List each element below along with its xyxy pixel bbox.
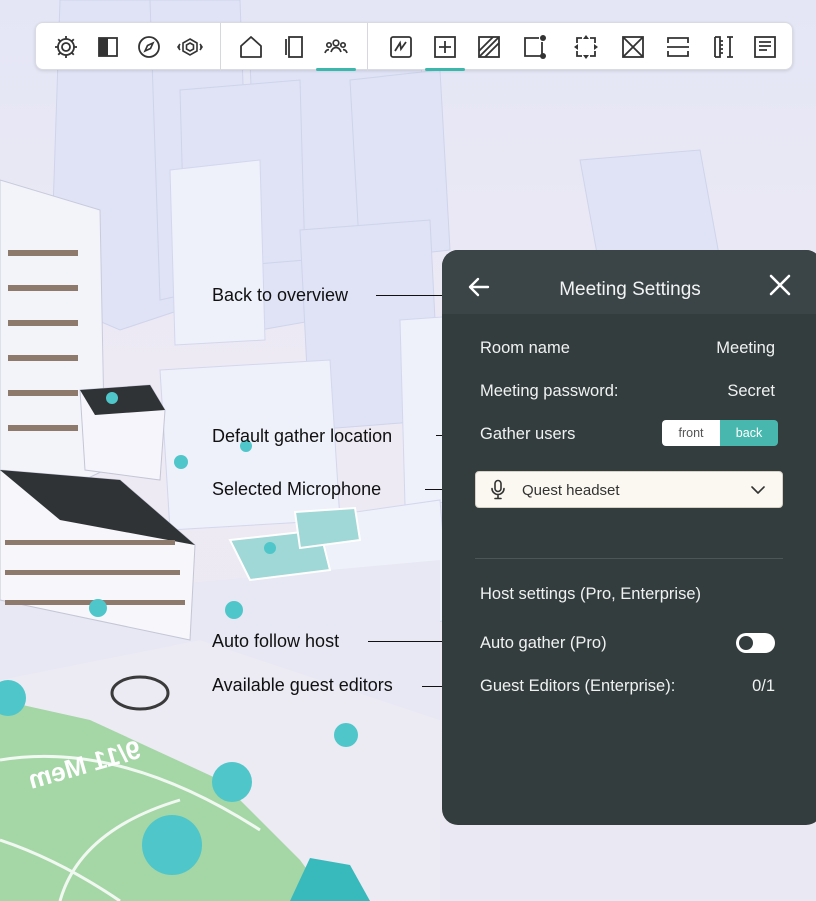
settings-gear-icon[interactable] bbox=[46, 23, 86, 71]
remove-x-icon[interactable] bbox=[613, 23, 653, 71]
add-plus-icon[interactable] bbox=[425, 23, 465, 71]
toolbar-divider bbox=[220, 23, 221, 71]
meeting-users-icon[interactable] bbox=[316, 23, 356, 71]
hatch-icon[interactable] bbox=[469, 23, 509, 71]
guest-editors-label: Guest Editors (Enterprise): bbox=[480, 677, 676, 695]
host-settings-heading: Host settings (Pro, Enterprise) bbox=[480, 585, 701, 603]
room-name-value[interactable]: Meeting bbox=[716, 339, 775, 358]
meeting-settings-panel: Meeting Settings Room name Meeting Meeti… bbox=[442, 250, 816, 825]
gather-back-option[interactable]: back bbox=[720, 420, 778, 446]
panel-header: Meeting Settings bbox=[442, 250, 816, 314]
annotation-available-guest-editors: Available guest editors bbox=[212, 675, 393, 695]
microphone-select[interactable]: Quest headset bbox=[475, 471, 783, 508]
annotation-back-to-overview: Back to overview bbox=[212, 285, 349, 305]
selection-points-icon[interactable] bbox=[515, 23, 555, 71]
split-view-icon[interactable] bbox=[88, 23, 128, 71]
main-toolbar bbox=[35, 22, 793, 71]
toolbar-divider bbox=[367, 23, 368, 71]
sketch-icon[interactable] bbox=[381, 23, 421, 71]
chevron-down-icon bbox=[751, 486, 765, 494]
meeting-password-value[interactable]: Secret bbox=[727, 382, 775, 401]
toggle-knob bbox=[739, 636, 753, 650]
view-cube-icon[interactable] bbox=[170, 23, 210, 71]
home-icon[interactable] bbox=[231, 23, 271, 71]
microphone-select-value: Quest headset bbox=[522, 482, 620, 499]
microphone-icon bbox=[491, 479, 505, 500]
compass-icon[interactable] bbox=[129, 23, 169, 71]
auto-gather-toggle[interactable] bbox=[736, 633, 775, 653]
gather-location-toggle: front back bbox=[662, 420, 778, 446]
panels-icon[interactable] bbox=[274, 23, 314, 71]
resize-frame-icon[interactable] bbox=[566, 23, 606, 71]
meeting-password-label: Meeting password: bbox=[480, 382, 619, 400]
close-icon[interactable] bbox=[768, 273, 792, 297]
section-icon[interactable] bbox=[658, 23, 698, 71]
section-divider bbox=[475, 558, 783, 559]
guest-editors-value: 0/1 bbox=[752, 677, 775, 695]
room-name-label: Room name bbox=[480, 339, 570, 357]
auto-gather-label: Auto gather (Pro) bbox=[480, 634, 607, 652]
panel-title: Meeting Settings bbox=[559, 279, 701, 300]
gather-front-option[interactable]: front bbox=[662, 420, 720, 446]
measure-icon[interactable] bbox=[704, 23, 744, 71]
annotation-auto-follow-host: Auto follow host bbox=[212, 631, 340, 651]
annotation-default-gather-location: Default gather location bbox=[212, 426, 393, 446]
annotation-selected-microphone: Selected Microphone bbox=[212, 479, 382, 499]
gather-users-label: Gather users bbox=[480, 425, 576, 443]
notes-icon[interactable] bbox=[745, 23, 785, 71]
